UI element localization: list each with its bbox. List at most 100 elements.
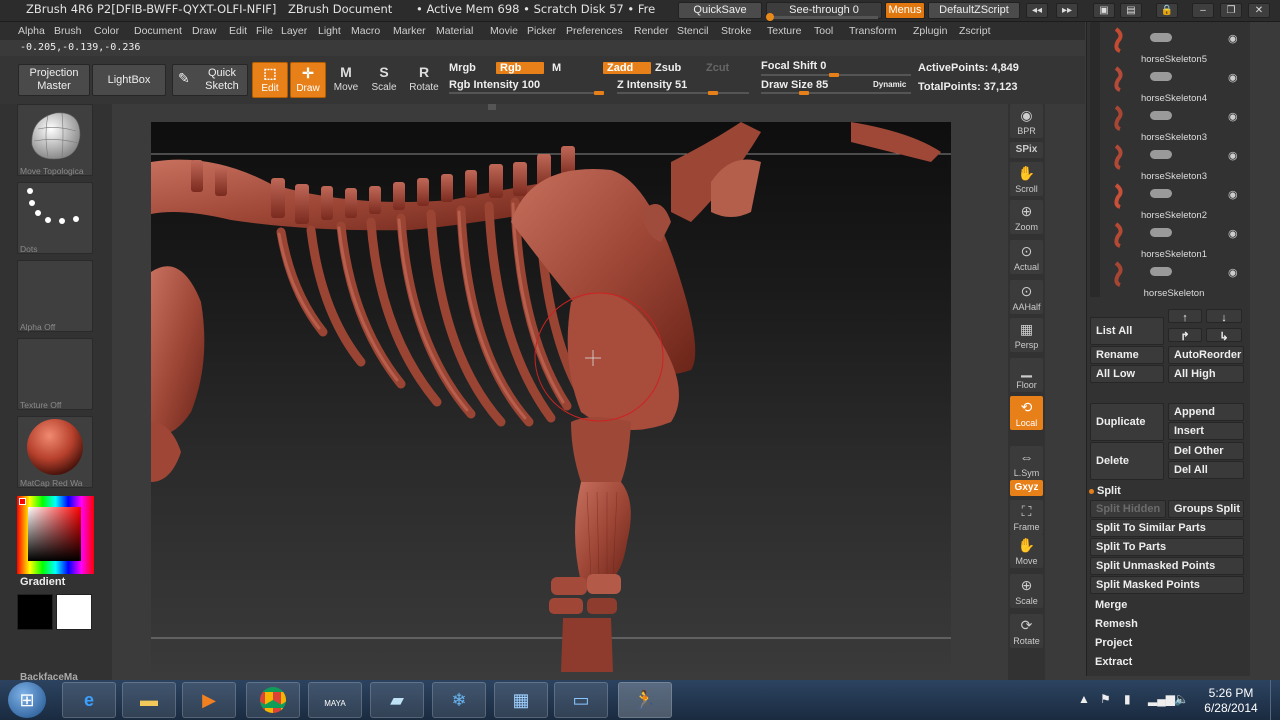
taskbar-snowflake-app[interactable]: ❄ xyxy=(432,682,486,718)
right-shelf-floor-button[interactable]: ▁ Floor xyxy=(1010,358,1043,392)
right-shelf-actual-button[interactable]: ⊙ Actual xyxy=(1010,240,1043,274)
right-shelf-zoom-button[interactable]: ⊕ Zoom xyxy=(1010,200,1043,234)
focal-shift-knob[interactable] xyxy=(829,73,839,77)
subtool-item[interactable]: ◉ horseSkeleton4 xyxy=(1104,66,1248,105)
rgb-intensity-slider[interactable]: Rgb Intensity 100 xyxy=(449,79,540,91)
rotate-button[interactable]: R Rotate xyxy=(406,62,442,98)
right-shelf-frame-button[interactable]: ⛶ Frame xyxy=(1010,500,1043,534)
nav-left-icon[interactable]: ◂◂ xyxy=(1026,3,1048,18)
menu-texture[interactable]: Texture xyxy=(767,25,801,37)
subtool-item[interactable]: ◉ horseSkeleton2 xyxy=(1104,183,1248,222)
subtool-visibility-toggle[interactable] xyxy=(1150,150,1172,159)
right-shelf-aahalf-button[interactable]: ⊙ AAHalf xyxy=(1010,280,1043,314)
insert-button[interactable]: Insert xyxy=(1168,422,1244,440)
menu-light[interactable]: Light xyxy=(318,25,341,37)
subtool-scrollbar[interactable] xyxy=(1090,22,1100,297)
zadd-toggle[interactable]: Zadd xyxy=(603,62,651,74)
eye-icon[interactable]: ◉ xyxy=(1228,266,1238,279)
subtool-visibility-toggle[interactable] xyxy=(1150,267,1172,276)
menu-render[interactable]: Render xyxy=(634,25,668,37)
system-clock[interactable]: 5:26 PM 6/28/2014 xyxy=(1196,686,1266,716)
mrgb-toggle[interactable]: Mrgb xyxy=(449,62,476,74)
start-button[interactable]: ⊞ xyxy=(8,682,46,718)
extract-section-header[interactable]: Extract xyxy=(1090,654,1244,672)
menu-zscript[interactable]: Zscript xyxy=(959,25,991,37)
z-intensity-slider[interactable]: Z Intensity 51 xyxy=(617,79,687,91)
right-shelf-move-button[interactable]: ✋ Move xyxy=(1010,534,1043,568)
draw-button[interactable]: ✛ Draw xyxy=(290,62,326,98)
lock-icon[interactable]: 🔒 xyxy=(1156,3,1178,18)
taskbar-notes-app[interactable]: ▰ xyxy=(370,682,424,718)
merge-up-arrow-icon[interactable]: ↱ xyxy=(1168,328,1202,342)
menu-layer[interactable]: Layer xyxy=(281,25,307,37)
move-button[interactable]: M Move xyxy=(328,62,364,98)
draw-size-knob[interactable] xyxy=(798,91,809,95)
projection-master-button[interactable]: Projection Master xyxy=(18,64,90,96)
delete-button[interactable]: Delete xyxy=(1090,442,1164,480)
taskbar-file-explorer[interactable]: ▬ xyxy=(122,682,176,718)
right-shelf-bpr-button[interactable]: ◉ BPR xyxy=(1010,104,1043,138)
color-swatch-square[interactable] xyxy=(28,507,81,561)
project-section-header[interactable]: Project xyxy=(1090,635,1244,653)
menu-edit[interactable]: Edit xyxy=(229,25,247,37)
volume-icon[interactable]: 🔈 xyxy=(1174,692,1189,706)
taskbar-internet-explorer[interactable]: e xyxy=(62,682,116,718)
taskbar-maya[interactable]: MAYA xyxy=(308,682,362,718)
subtool-visibility-toggle[interactable] xyxy=(1150,72,1172,81)
eye-icon[interactable]: ◉ xyxy=(1228,71,1238,84)
layout-icon[interactable]: ▣ xyxy=(1093,3,1115,18)
quicksave-button[interactable]: QuickSave xyxy=(678,2,762,19)
taskbar-media-player[interactable]: ▶ xyxy=(182,682,236,718)
menu-preferences[interactable]: Preferences xyxy=(566,25,623,37)
split-section-header[interactable]: Split xyxy=(1092,483,1172,501)
action-center-flag-icon[interactable]: ⚑ xyxy=(1100,692,1111,706)
main-color-swatch[interactable] xyxy=(17,594,53,630)
menu-file[interactable]: File xyxy=(256,25,273,37)
menu-brush[interactable]: Brush xyxy=(54,25,81,37)
eye-icon[interactable]: ◉ xyxy=(1228,110,1238,123)
list-all-button[interactable]: List All xyxy=(1090,317,1164,345)
right-shelf-rotate-button[interactable]: ⟳ Rotate xyxy=(1010,614,1043,648)
menu-marker[interactable]: Marker xyxy=(393,25,426,37)
menu-stroke[interactable]: Stroke xyxy=(721,25,751,37)
show-hidden-icons-icon[interactable]: ▲ xyxy=(1078,692,1090,706)
scale-button[interactable]: S Scale xyxy=(366,62,402,98)
lightbox-button[interactable]: LightBox xyxy=(92,64,166,96)
menu-color[interactable]: Color xyxy=(94,25,119,37)
subtool-visibility-toggle[interactable] xyxy=(1150,189,1172,198)
show-desktop-button[interactable] xyxy=(1270,680,1280,720)
autoreorder-button[interactable]: AutoReorder xyxy=(1168,346,1244,364)
right-shelf-lsym-button[interactable]: ⇔ L.Sym xyxy=(1010,446,1043,480)
append-button[interactable]: Append xyxy=(1168,403,1244,421)
right-shelf-spix-button[interactable]: SPix xyxy=(1010,142,1043,158)
subtool-visibility-toggle[interactable] xyxy=(1150,228,1172,237)
menu-alpha[interactable]: Alpha xyxy=(18,25,45,37)
menu-movie[interactable]: Movie xyxy=(490,25,518,37)
eye-icon[interactable]: ◉ xyxy=(1228,149,1238,162)
move-up-arrow-icon[interactable]: ↑ xyxy=(1168,309,1202,323)
canvas-scroll-handle[interactable] xyxy=(488,104,496,110)
menu-zplugin[interactable]: Zplugin xyxy=(913,25,947,37)
groups-split-button[interactable]: Groups Split xyxy=(1168,500,1244,518)
focal-shift-slider[interactable]: Focal Shift 0 xyxy=(761,60,826,72)
rgb-intensity-track[interactable] xyxy=(449,92,599,94)
menu-tool[interactable]: Tool xyxy=(814,25,833,37)
move-down-arrow-icon[interactable]: ↓ xyxy=(1206,309,1242,323)
taskbar-control-panel[interactable]: ▦ xyxy=(494,682,548,718)
menu-document[interactable]: Document xyxy=(134,25,182,37)
split-masked-points-button[interactable]: Split Masked Points xyxy=(1090,576,1244,594)
duplicate-button[interactable]: Duplicate xyxy=(1090,403,1164,441)
right-shelf-scroll-button[interactable]: ✋ Scroll xyxy=(1010,162,1043,196)
default-zscript-button[interactable]: DefaultZScript xyxy=(928,2,1020,19)
nav-right-icon[interactable]: ▸▸ xyxy=(1056,3,1078,18)
subtool-item[interactable]: ◉ horseSkeleton xyxy=(1104,261,1248,300)
menu-macro[interactable]: Macro xyxy=(351,25,380,37)
right-shelf-local-button[interactable]: ⟲ Local xyxy=(1010,396,1043,430)
subtool-item[interactable]: ◉ horseSkeleton3 xyxy=(1104,144,1248,183)
brush-picker[interactable]: Move Topologica xyxy=(17,104,93,176)
split-to-parts-button[interactable]: Split To Parts xyxy=(1090,538,1244,556)
menu-transform[interactable]: Transform xyxy=(849,25,896,37)
z-intensity-knob[interactable] xyxy=(708,91,719,95)
edit-button[interactable]: ⬚ Edit xyxy=(252,62,288,98)
quick-sketch-button[interactable]: ✎ Quick Sketch xyxy=(172,64,248,96)
